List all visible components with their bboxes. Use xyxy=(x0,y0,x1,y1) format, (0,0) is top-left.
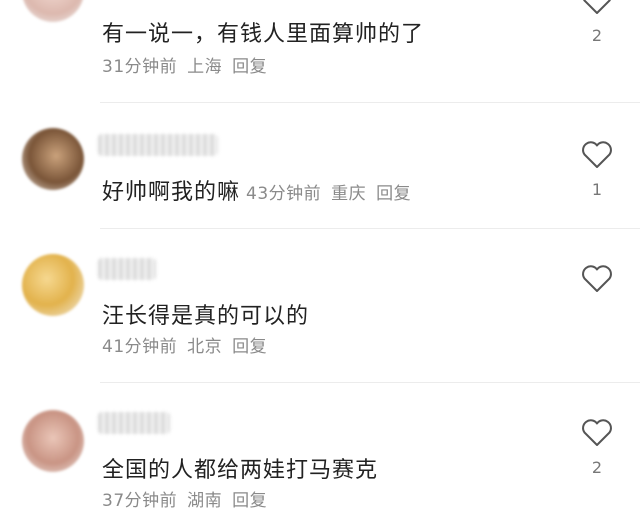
username-blurred[interactable] xyxy=(98,134,218,156)
reply-button[interactable]: 回复 xyxy=(232,491,267,511)
heart-outline-icon xyxy=(582,419,612,446)
heart-outline-icon xyxy=(582,265,612,292)
like-button[interactable] xyxy=(579,260,615,296)
comment-text-body: 好帅啊我的嘛 xyxy=(102,180,241,205)
comment-text: 好帅啊我的嘛 43分钟前 重庆 回复 xyxy=(102,174,411,206)
divider xyxy=(100,382,640,383)
comment-text: 有一说一，有钱人里面算帅的了 xyxy=(102,22,425,47)
comment-time: 43分钟前 xyxy=(246,184,322,204)
like-count: 1 xyxy=(591,180,603,199)
like-button[interactable] xyxy=(579,0,615,18)
comment-feed: 有一说一，有钱人里面算帅的了 31分钟前 上海 回复 2 好帅啊我的嘛 43分钟前 重庆… xyxy=(0,0,640,516)
comment-time: 37分钟前 xyxy=(102,491,178,511)
comment-time: 31分钟前 xyxy=(102,57,178,77)
comment-location: 重庆 xyxy=(331,184,367,204)
like-count: 2 xyxy=(591,458,603,477)
reply-button[interactable]: 回复 xyxy=(232,337,267,357)
comment-text: 汪长得是真的可以的 xyxy=(102,304,310,329)
avatar[interactable] xyxy=(22,254,84,316)
like-button[interactable] xyxy=(579,136,615,172)
comment-location: 湖南 xyxy=(187,491,223,511)
username-blurred[interactable] xyxy=(98,258,156,280)
like-count: 2 xyxy=(591,26,603,45)
comment-meta: 43分钟前 重庆 回复 xyxy=(246,184,411,204)
comment-time: 41分钟前 xyxy=(102,337,178,357)
divider xyxy=(100,102,640,103)
reply-button[interactable]: 回复 xyxy=(232,57,267,77)
heart-outline-icon xyxy=(582,141,612,168)
comment-text: 全国的人都给两娃打马赛克 xyxy=(102,458,379,483)
comment-location: 北京 xyxy=(187,337,223,357)
avatar[interactable] xyxy=(22,128,84,190)
comment-location: 上海 xyxy=(187,57,223,77)
divider xyxy=(100,228,640,229)
avatar[interactable] xyxy=(22,410,84,472)
username-blurred[interactable] xyxy=(98,412,170,434)
comment-meta: 31分钟前 上海 回复 xyxy=(102,52,267,77)
comment-meta: 41分钟前 北京 回复 xyxy=(102,332,267,357)
comment-meta: 37分钟前 湖南 回复 xyxy=(102,486,267,511)
heart-outline-icon xyxy=(583,0,611,14)
like-button[interactable] xyxy=(579,414,615,450)
avatar[interactable] xyxy=(22,0,84,22)
reply-button[interactable]: 回复 xyxy=(376,184,411,204)
